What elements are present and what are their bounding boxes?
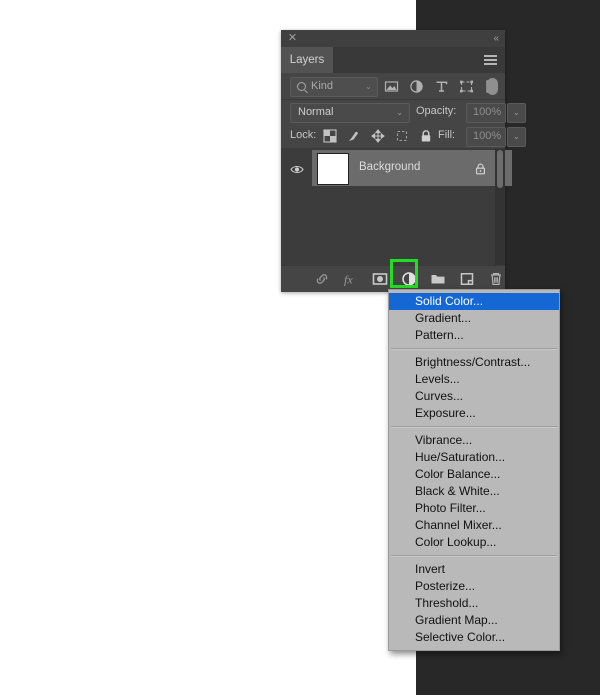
- new-adjustment-layer-menu: Solid Color... Gradient... Pattern... Br…: [388, 289, 560, 651]
- scrollbar-thumb[interactable]: [497, 150, 503, 188]
- tab-layers[interactable]: Layers: [281, 47, 333, 73]
- tab-layers-label: Layers: [289, 54, 325, 66]
- add-layer-mask-icon[interactable]: [372, 271, 388, 287]
- new-adjustment-layer-icon[interactable]: [401, 271, 417, 287]
- close-icon[interactable]: ✕: [287, 33, 298, 44]
- layer-thumbnail[interactable]: [317, 153, 349, 185]
- menu-item-color-lookup[interactable]: Color Lookup...: [389, 534, 559, 551]
- lock-artboard-icon[interactable]: [395, 129, 409, 143]
- filter-toggle-switch[interactable]: [487, 78, 498, 95]
- menu-item-photo-filter[interactable]: Photo Filter...: [389, 500, 559, 517]
- search-icon: [297, 82, 306, 91]
- opacity-label: Opacity:: [416, 105, 457, 117]
- layer-row-body[interactable]: Background: [312, 150, 512, 186]
- menu-item-levels[interactable]: Levels...: [389, 371, 559, 388]
- layer-list-scrollbar[interactable]: [495, 149, 505, 275]
- menu-item-posterize[interactable]: Posterize...: [389, 578, 559, 595]
- fill-input[interactable]: 100%: [466, 127, 506, 147]
- chevron-down-icon: ⌄: [365, 82, 372, 91]
- new-group-icon[interactable]: [430, 271, 446, 287]
- opacity-value: 100%: [473, 106, 502, 118]
- lock-transparency-icon[interactable]: [323, 129, 337, 143]
- menu-item-color-balance[interactable]: Color Balance...: [389, 466, 559, 483]
- filter-icon-group: [384, 73, 499, 99]
- collapse-panel-icon[interactable]: «: [493, 33, 498, 44]
- fill-stepper[interactable]: ⌄: [507, 127, 526, 147]
- panel-tab-bar: Layers: [281, 47, 505, 73]
- layer-list: Background: [281, 149, 512, 275]
- menu-item-curves[interactable]: Curves...: [389, 388, 559, 405]
- opacity-input[interactable]: 100%: [466, 103, 506, 123]
- menu-item-hue-saturation[interactable]: Hue/Saturation...: [389, 449, 559, 466]
- lock-label: Lock:: [290, 129, 317, 141]
- eye-icon[interactable]: [290, 162, 304, 174]
- shape-layer-filter-icon[interactable]: [459, 79, 474, 94]
- menu-item-threshold[interactable]: Threshold...: [389, 595, 559, 612]
- lock-icon[interactable]: [475, 162, 486, 175]
- layers-panel: ✕ « Layers Kind ⌄ Normal ⌄ Opacity: 100%…: [281, 30, 526, 292]
- menu-item-solid-color[interactable]: Solid Color...: [389, 293, 559, 310]
- panel-menu-icon[interactable]: [484, 55, 497, 65]
- chevron-down-icon: ⌄: [396, 108, 403, 117]
- lock-position-icon[interactable]: [371, 129, 385, 143]
- menu-item-black-and-white[interactable]: Black & White...: [389, 483, 559, 500]
- panel-titlebar: ✕ «: [281, 30, 505, 47]
- pixel-layer-filter-icon[interactable]: [384, 79, 399, 94]
- blend-mode-select[interactable]: Normal ⌄: [290, 103, 410, 123]
- table-row[interactable]: Background: [281, 149, 512, 187]
- link-layers-icon[interactable]: [314, 271, 330, 287]
- menu-separator: [391, 555, 557, 557]
- layer-style-fx-icon[interactable]: fx: [343, 271, 359, 287]
- fill-label: Fill:: [438, 129, 456, 141]
- blend-mode-row: Normal ⌄ Opacity: 100% ⌄: [281, 100, 526, 124]
- lock-image-icon[interactable]: [347, 129, 361, 143]
- chevron-down-icon: ⌄: [513, 132, 520, 141]
- filter-kind-label: Kind: [311, 80, 334, 92]
- layers-panel-toolbar: fx: [281, 265, 505, 292]
- menu-item-selective-color[interactable]: Selective Color...: [389, 629, 559, 646]
- menu-item-gradient[interactable]: Gradient...: [389, 310, 559, 327]
- adjustment-layer-filter-icon[interactable]: [409, 79, 424, 94]
- menu-item-brightness-contrast[interactable]: Brightness/Contrast...: [389, 354, 559, 371]
- opacity-stepper[interactable]: ⌄: [507, 103, 526, 123]
- new-layer-icon[interactable]: [459, 271, 475, 287]
- svg-text:fx: fx: [344, 273, 353, 287]
- menu-item-pattern[interactable]: Pattern...: [389, 327, 559, 344]
- menu-item-channel-mixer[interactable]: Channel Mixer...: [389, 517, 559, 534]
- type-layer-filter-icon[interactable]: [434, 79, 449, 94]
- filter-kind-select[interactable]: Kind ⌄: [290, 77, 378, 97]
- menu-item-invert[interactable]: Invert: [389, 561, 559, 578]
- menu-separator: [391, 426, 557, 428]
- lock-row: Lock: Fill: 100% ⌄: [281, 124, 526, 149]
- layer-filter-row: Kind ⌄: [281, 73, 505, 100]
- chevron-down-icon: ⌄: [513, 108, 520, 117]
- delete-layer-icon[interactable]: [488, 271, 504, 287]
- layer-name[interactable]: Background: [359, 161, 420, 173]
- lock-all-icon[interactable]: [419, 129, 433, 143]
- menu-item-gradient-map[interactable]: Gradient Map...: [389, 612, 559, 629]
- fill-value: 100%: [473, 130, 502, 142]
- menu-item-exposure[interactable]: Exposure...: [389, 405, 559, 422]
- lock-icon-group: [323, 124, 433, 148]
- blend-mode-value: Normal: [298, 106, 334, 118]
- menu-item-vibrance[interactable]: Vibrance...: [389, 432, 559, 449]
- menu-separator: [391, 348, 557, 350]
